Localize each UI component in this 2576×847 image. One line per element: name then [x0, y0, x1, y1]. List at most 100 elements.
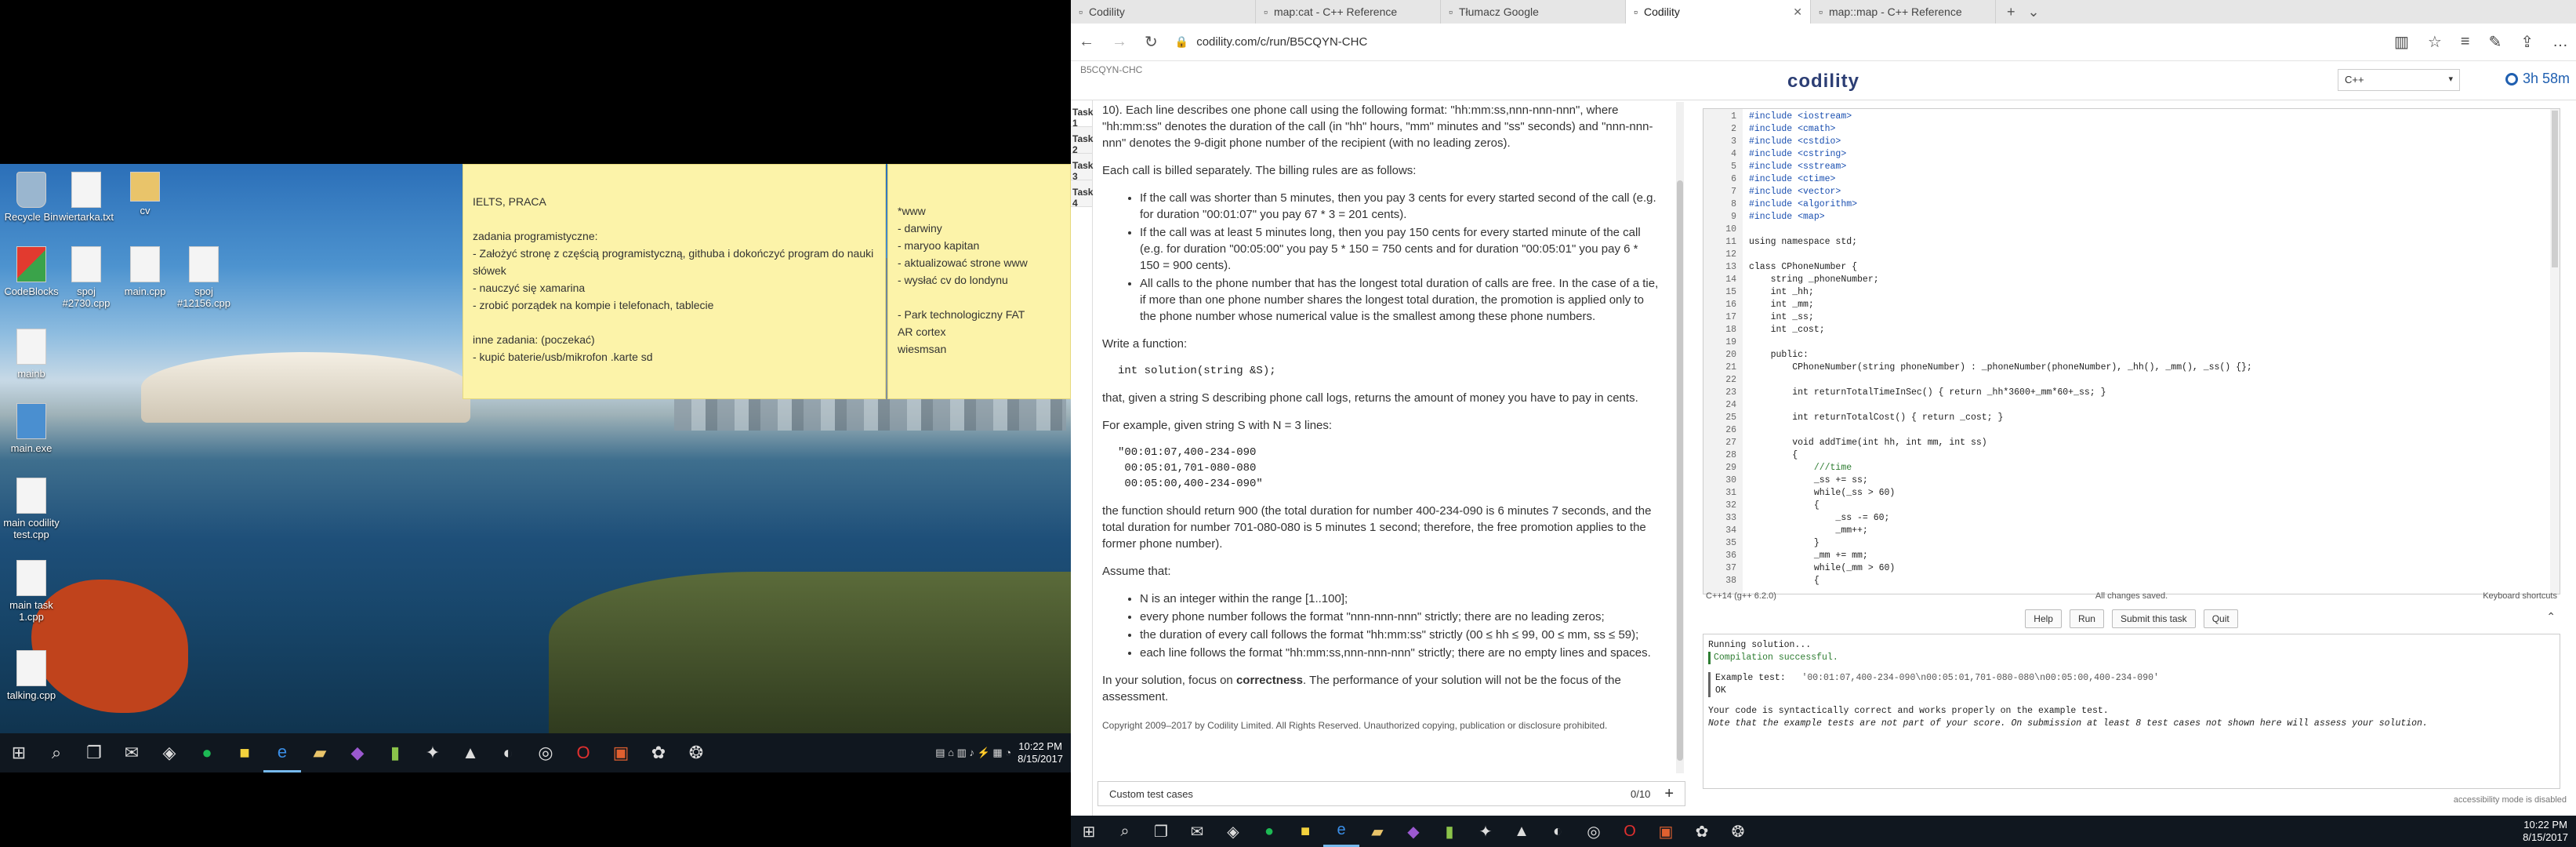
- clock[interactable]: 10:22 PM 8/15/2017: [2523, 819, 2568, 844]
- code-line[interactable]: public:: [1749, 349, 2560, 362]
- app-icon[interactable]: ▲: [452, 733, 489, 772]
- desktop-icon[interactable]: spoj #12156.cpp: [172, 246, 235, 309]
- app-icon[interactable]: ▣: [1648, 816, 1684, 847]
- task-tab-1[interactable]: Task 1: [1071, 100, 1093, 129]
- code-line[interactable]: int returnTotalCost() { return _cost; }: [1749, 412, 2560, 424]
- refresh-icon[interactable]: ↻: [1145, 32, 1158, 52]
- app-icon[interactable]: ◐: [489, 733, 527, 772]
- chrome-icon[interactable]: ◎: [527, 733, 564, 772]
- code-line[interactable]: {: [1749, 575, 2560, 587]
- code-line[interactable]: {: [1749, 449, 2560, 462]
- tray-icons[interactable]: ▤ ⌂ ▥ ♪ ⚡ ▦ ◔: [935, 747, 1011, 759]
- app-icon[interactable]: ✦: [414, 733, 452, 772]
- code-area[interactable]: #include <iostream> #include <cmath> #incl…: [1749, 111, 2560, 587]
- windows-start-icon[interactable]: ⊞: [0, 733, 38, 772]
- task-tab-3[interactable]: Task 3: [1071, 154, 1093, 182]
- tab-list-chevron-icon[interactable]: ⌄: [2028, 4, 2040, 20]
- search-icon[interactable]: ⌕: [1107, 816, 1143, 847]
- code-line[interactable]: #include <map>: [1749, 211, 2560, 224]
- code-line[interactable]: #include <cmath>: [1749, 123, 2560, 136]
- app-icon[interactable]: ✦: [1468, 816, 1504, 847]
- opera-icon[interactable]: O: [564, 733, 602, 772]
- favorite-star-icon[interactable]: ☆: [2428, 32, 2442, 52]
- new-tab-icon[interactable]: +: [2007, 4, 2015, 20]
- app-icon[interactable]: ❂: [1720, 816, 1756, 847]
- code-line[interactable]: }: [1749, 537, 2560, 550]
- browser-tab[interactable]: ▫ Tłumacz Google: [1441, 0, 1626, 24]
- app-icon[interactable]: ✿: [640, 733, 677, 772]
- scrollbar-thumb[interactable]: [2552, 111, 2558, 267]
- code-line[interactable]: #include <algorithm>: [1749, 198, 2560, 211]
- code-line[interactable]: _mm += mm;: [1749, 550, 2560, 562]
- mail-icon[interactable]: ✉: [113, 733, 151, 772]
- code-line[interactable]: _ss += ss;: [1749, 474, 2560, 487]
- code-line[interactable]: [1749, 424, 2560, 437]
- notes-pen-icon[interactable]: ✎: [2488, 32, 2502, 52]
- more-icon[interactable]: …: [2552, 33, 2568, 51]
- code-line[interactable]: #include <sstream>: [1749, 161, 2560, 173]
- code-line[interactable]: while(_ss > 60): [1749, 487, 2560, 500]
- code-line[interactable]: [1749, 374, 2560, 387]
- code-line[interactable]: [1749, 249, 2560, 261]
- desktop-icon[interactable]: spoj #2730.cpp: [55, 246, 118, 309]
- expand-up-icon[interactable]: ⌃: [2546, 610, 2556, 623]
- windows-start-icon[interactable]: ⊞: [1071, 816, 1107, 847]
- app-icon[interactable]: ❂: [677, 733, 715, 772]
- task-tab-2[interactable]: Task 2: [1071, 127, 1093, 155]
- spotify-icon[interactable]: ●: [188, 733, 226, 772]
- code-line[interactable]: int _ss;: [1749, 311, 2560, 324]
- code-line[interactable]: using namespace std;: [1749, 236, 2560, 249]
- sticky-note[interactable]: *www - darwiny - maryoo kapitan - aktual…: [887, 164, 1071, 399]
- desktop-icon[interactable]: cv: [114, 172, 176, 216]
- code-line[interactable]: [1749, 336, 2560, 349]
- code-line[interactable]: int _cost;: [1749, 324, 2560, 336]
- desktop-icon[interactable]: talking.cpp: [0, 650, 63, 701]
- browser-tab[interactable]: ▫ Codility: [1071, 0, 1256, 24]
- desktop[interactable]: Recycle Bin wiertarka.txt cv CodeBlocks …: [0, 164, 1071, 733]
- browser-tab[interactable]: ▫ map:cat - C++ Reference: [1256, 0, 1441, 24]
- code-line[interactable]: #include <vector>: [1749, 186, 2560, 198]
- desktop-icon[interactable]: main task 1.cpp: [0, 560, 63, 623]
- mail-icon[interactable]: ✉: [1179, 816, 1215, 847]
- app-icon[interactable]: ▮: [376, 733, 414, 772]
- close-tab-icon[interactable]: ✕: [1793, 5, 1802, 19]
- desktop-icon[interactable]: mainb: [0, 329, 63, 380]
- spotify-icon[interactable]: ●: [1251, 816, 1287, 847]
- code-line[interactable]: int returnTotalTimeInSec() { return _hh*…: [1749, 387, 2560, 399]
- task-view-icon[interactable]: ❐: [1143, 816, 1179, 847]
- code-line[interactable]: class CPhoneNumber {: [1749, 261, 2560, 274]
- file-explorer-icon[interactable]: ▰: [1359, 816, 1395, 847]
- code-line[interactable]: ///time: [1749, 462, 2560, 474]
- url-field[interactable]: 🔒 codility.com/c/run/B5CQYN-CHC: [1175, 35, 2377, 49]
- desktop-icon[interactable]: main.exe: [0, 403, 63, 454]
- edge-icon[interactable]: e: [263, 733, 301, 772]
- opera-icon[interactable]: O: [1612, 816, 1648, 847]
- custom-test-cases-bar[interactable]: Custom test cases 0/10 +: [1098, 781, 1685, 806]
- code-line[interactable]: CPhoneNumber(string phoneNumber) : _phon…: [1749, 362, 2560, 374]
- notes-icon[interactable]: ■: [1287, 816, 1323, 847]
- sticky-note[interactable]: IELTS, PRACA zadania programistyczne: - …: [463, 164, 886, 399]
- desktop-icon[interactable]: main.cpp: [114, 246, 176, 297]
- search-icon[interactable]: ⌕: [38, 733, 75, 772]
- code-line[interactable]: _ss -= 60;: [1749, 512, 2560, 525]
- code-line[interactable]: #include <ctime>: [1749, 173, 2560, 186]
- desktop-icon[interactable]: main codility test.cpp: [0, 478, 63, 540]
- accessibility-notice[interactable]: accessibility mode is disabled: [2454, 795, 2567, 805]
- code-line[interactable]: #include <cstdio>: [1749, 136, 2560, 148]
- store-icon[interactable]: ◈: [1215, 816, 1251, 847]
- code-line[interactable]: _mm++;: [1749, 525, 2560, 537]
- chrome-icon[interactable]: ◎: [1576, 816, 1612, 847]
- edge-icon[interactable]: e: [1323, 816, 1359, 847]
- file-explorer-icon[interactable]: ▰: [301, 733, 339, 772]
- app-icon[interactable]: ▮: [1431, 816, 1468, 847]
- browser-tab-active[interactable]: ▫ Codility ✕: [1626, 0, 1811, 24]
- quit-button[interactable]: Quit: [2203, 609, 2238, 628]
- visual-studio-icon[interactable]: ◆: [339, 733, 376, 772]
- app-icon[interactable]: ✿: [1684, 816, 1720, 847]
- desktop-icon[interactable]: CodeBlocks: [0, 246, 63, 297]
- run-button[interactable]: Run: [2069, 609, 2104, 628]
- forward-icon[interactable]: →: [1112, 33, 1127, 51]
- visual-studio-icon[interactable]: ◆: [1395, 816, 1431, 847]
- app-icon[interactable]: ▣: [602, 733, 640, 772]
- description-scrollbar[interactable]: [1676, 102, 1684, 773]
